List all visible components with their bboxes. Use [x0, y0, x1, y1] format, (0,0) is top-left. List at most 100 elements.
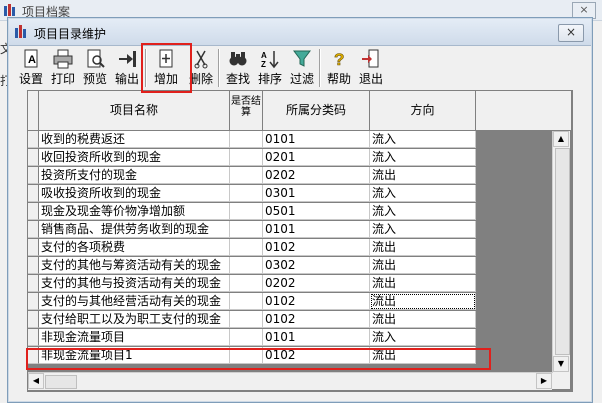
cell-direction[interactable]: 流出: [370, 167, 476, 184]
row-indicator[interactable]: [28, 239, 39, 256]
row-indicator[interactable]: [28, 257, 39, 274]
cell-settle[interactable]: [230, 149, 263, 166]
export-button[interactable]: 输出: [112, 47, 142, 89]
dialog-close-button[interactable]: ×: [558, 24, 584, 42]
table-row[interactable]: 收到的税费返还 0101 流入: [28, 131, 556, 149]
row-indicator-header: [28, 91, 39, 131]
cell-direction[interactable]: 流入: [370, 221, 476, 238]
column-header-code[interactable]: 所属分类码: [263, 91, 370, 131]
cell-category-code[interactable]: 0102: [263, 311, 370, 328]
cell-project-name[interactable]: 支付给职工以及为职工支付的现金: [39, 311, 230, 328]
row-indicator[interactable]: [28, 131, 39, 148]
cell-project-name[interactable]: 支付的其他与投资活动有关的现金: [39, 275, 230, 292]
cell-project-name[interactable]: 支付的各项税费: [39, 239, 230, 256]
table-row[interactable]: 现金及现金等价物净增加额 0501 流入: [28, 203, 556, 221]
cell-category-code[interactable]: 0202: [263, 167, 370, 184]
cell-project-name[interactable]: 支付的与其他经营活动有关的现金: [39, 293, 230, 310]
cell-category-code[interactable]: 0102: [263, 293, 370, 310]
vertical-scrollbar[interactable]: ▲ ▼: [552, 131, 570, 373]
exit-button[interactable]: 退出: [356, 47, 386, 89]
cell-project-name[interactable]: 收回投资所收到的现金: [39, 149, 230, 166]
cell-direction[interactable]: 流出: [370, 275, 476, 292]
find-button[interactable]: 查找: [223, 47, 253, 89]
cell-settle[interactable]: [230, 221, 263, 238]
cell-direction[interactable]: 流出: [370, 257, 476, 274]
row-indicator[interactable]: [28, 329, 39, 346]
cell-direction[interactable]: 流入: [370, 329, 476, 346]
cell-settle[interactable]: [230, 167, 263, 184]
preview-button[interactable]: 预览: [80, 47, 110, 89]
cell-direction[interactable]: 流入: [370, 203, 476, 220]
print-button[interactable]: 打印: [48, 47, 78, 89]
table-row[interactable]: 支付的其他与筹资活动有关的现金 0302 流出: [28, 257, 556, 275]
cell-project-name[interactable]: 销售商品、提供劳务收到的现金: [39, 221, 230, 238]
cell-category-code[interactable]: 0101: [263, 221, 370, 238]
row-indicator[interactable]: [28, 185, 39, 202]
table-row[interactable]: 吸收投资所收到的现金 0301 流入: [28, 185, 556, 203]
filter-button[interactable]: 过滤: [287, 47, 317, 89]
app-icon: [15, 25, 26, 38]
print-icon: [53, 49, 73, 69]
cell-direction[interactable]: 流出: [370, 293, 476, 310]
cell-category-code[interactable]: 0202: [263, 275, 370, 292]
scroll-up-button[interactable]: ▲: [553, 131, 569, 147]
sort-button[interactable]: AZ 排序: [255, 47, 285, 89]
table-row[interactable]: 支付的各项税费 0102 流出: [28, 239, 556, 257]
cell-settle[interactable]: [230, 311, 263, 328]
table-row[interactable]: 支付的其他与投资活动有关的现金 0202 流出: [28, 275, 556, 293]
table-row[interactable]: 非现金流量项目 0101 流入: [28, 329, 556, 347]
cell-settle[interactable]: [230, 131, 263, 148]
cell-settle[interactable]: [230, 203, 263, 220]
cell-project-name[interactable]: 现金及现金等价物净增加额: [39, 203, 230, 220]
cell-direction[interactable]: 流入: [370, 149, 476, 166]
cell-project-name[interactable]: 投资所支付的现金: [39, 167, 230, 184]
cell-settle[interactable]: [230, 275, 263, 292]
column-header-name[interactable]: 项目名称: [39, 91, 230, 131]
row-indicator[interactable]: [28, 221, 39, 238]
cell-direction[interactable]: 流出: [370, 311, 476, 328]
cell-settle[interactable]: [230, 293, 263, 310]
scroll-left-button[interactable]: ◀: [28, 373, 44, 389]
cell-category-code[interactable]: 0101: [263, 131, 370, 148]
scroll-right-button[interactable]: ▶: [536, 373, 552, 389]
cell-category-code[interactable]: 0301: [263, 185, 370, 202]
cell-settle[interactable]: [230, 185, 263, 202]
cell-settle[interactable]: [230, 257, 263, 274]
cell-category-code[interactable]: 0501: [263, 203, 370, 220]
settings-button[interactable]: A 设置: [16, 47, 46, 89]
horizontal-scroll-thumb[interactable]: [45, 375, 77, 389]
cell-empty: [476, 203, 556, 220]
row-indicator[interactable]: [28, 149, 39, 166]
table-row[interactable]: 支付给职工以及为职工支付的现金 0102 流出: [28, 311, 556, 329]
row-indicator[interactable]: [28, 293, 39, 310]
cell-direction[interactable]: 流入: [370, 185, 476, 202]
column-header-settle[interactable]: 是否结算: [230, 91, 263, 131]
cell-project-name[interactable]: 非现金流量项目: [39, 329, 230, 346]
cell-project-name[interactable]: 收到的税费返还: [39, 131, 230, 148]
cell-category-code[interactable]: 0302: [263, 257, 370, 274]
cell-category-code[interactable]: 0102: [263, 239, 370, 256]
table-row[interactable]: 收回投资所收到的现金 0201 流入: [28, 149, 556, 167]
horizontal-scrollbar[interactable]: ◀ ▶: [28, 372, 552, 390]
cell-settle[interactable]: [230, 239, 263, 256]
row-indicator[interactable]: [28, 275, 39, 292]
table-row[interactable]: 支付的与其他经营活动有关的现金 0102 流出: [28, 293, 556, 311]
cell-category-code[interactable]: 0101: [263, 329, 370, 346]
table-row[interactable]: 销售商品、提供劳务收到的现金 0101 流入: [28, 221, 556, 239]
column-header-direction[interactable]: 方向: [370, 91, 476, 131]
settings-icon: A: [24, 49, 38, 68]
row-indicator[interactable]: [28, 311, 39, 328]
app-icon: [4, 4, 15, 16]
cell-direction[interactable]: 流出: [370, 239, 476, 256]
row-indicator[interactable]: [28, 203, 39, 220]
scroll-down-button[interactable]: ▼: [553, 356, 569, 372]
help-button[interactable]: ? 帮助: [324, 47, 354, 89]
vertical-scroll-thumb[interactable]: [555, 148, 570, 355]
cell-project-name[interactable]: 支付的其他与筹资活动有关的现金: [39, 257, 230, 274]
cell-category-code[interactable]: 0201: [263, 149, 370, 166]
row-indicator[interactable]: [28, 167, 39, 184]
table-row[interactable]: 投资所支付的现金 0202 流出: [28, 167, 556, 185]
cell-settle[interactable]: [230, 329, 263, 346]
cell-direction[interactable]: 流入: [370, 131, 476, 148]
cell-project-name[interactable]: 吸收投资所收到的现金: [39, 185, 230, 202]
